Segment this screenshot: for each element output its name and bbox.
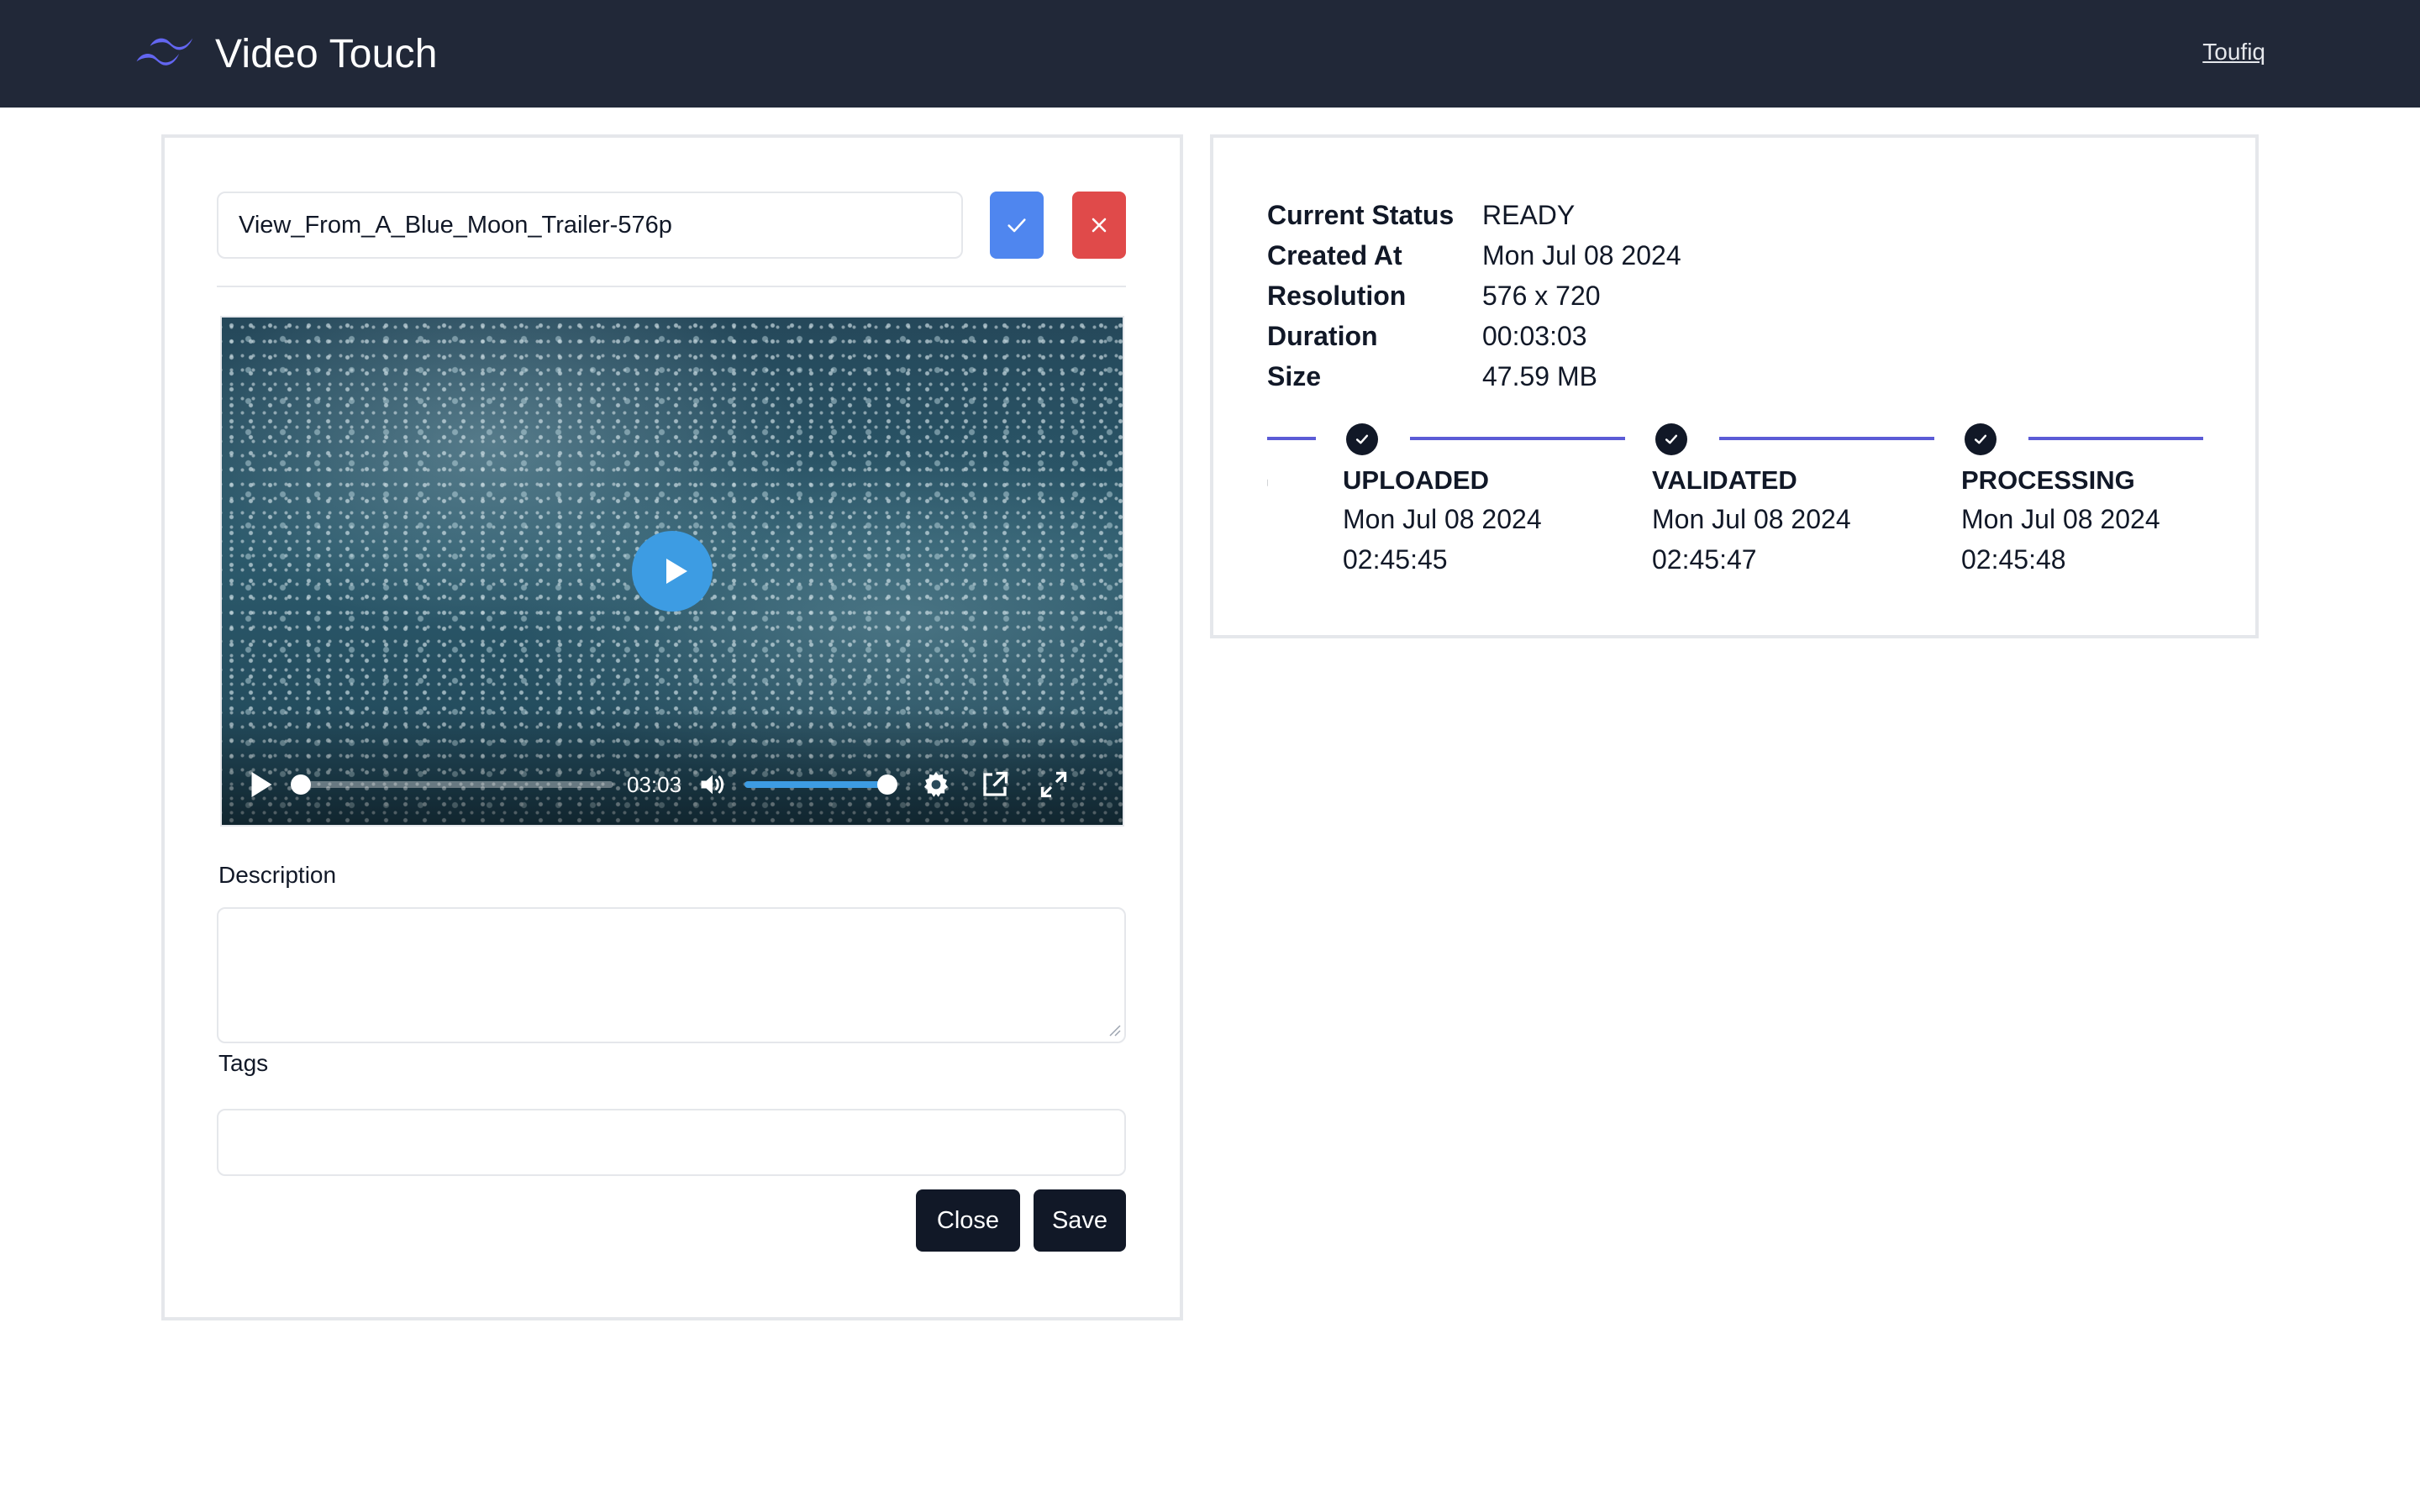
play-button[interactable] [245,769,276,800]
video-title-input[interactable] [217,192,963,259]
step-name: VALIDATED [1652,465,1797,495]
logo-icon [134,34,197,73]
timeline-connector [1267,437,1316,440]
check-circle-icon [1655,423,1687,455]
info-key: Created At [1267,240,1402,270]
seek-bar[interactable] [291,774,613,795]
mute-button[interactable] [697,769,728,800]
resolution-value: 576 x 720 [1482,281,1601,311]
check-circle-icon [1965,423,1996,455]
status-value: READY [1482,200,1576,230]
confirm-title-button[interactable] [990,192,1044,259]
info-key: Current Status [1267,200,1455,230]
info-row-duration: Duration 00:03:03 [1267,316,1681,356]
step-time: 02:45:47 [1652,544,1757,575]
big-play-button[interactable] [632,531,713,612]
time-display: 03:03 [627,771,682,797]
close-icon [1092,218,1107,233]
player-controls: 03:03 [245,766,1099,803]
cancel-title-button[interactable] [1072,192,1126,259]
size-value: 47.59 MB [1482,361,1597,391]
tags-label: Tags [218,1050,269,1076]
external-link-icon [983,771,1008,796]
info-row-size: Size 47.59 MB [1267,356,1681,396]
info-key: Duration [1267,321,1378,351]
duration-value: 00:03:03 [1482,321,1587,351]
info-row-status: Current Status READY [1267,195,1681,235]
timeline-step-partial: G [1267,462,1269,499]
seek-handle[interactable] [291,774,311,795]
step-name: UPLOADED [1343,465,1489,495]
description-label: Description [218,862,337,888]
info-key: Size [1267,361,1322,391]
user-profile-link[interactable]: Toufiq [2202,39,2265,66]
video-player[interactable]: 03:03 [220,316,1124,827]
save-button[interactable]: Save [1034,1189,1126,1252]
info-key: Resolution [1267,281,1407,311]
description-textarea[interactable] [217,907,1126,1043]
step-name: PROCESSING [1961,465,2135,495]
volume-handle[interactable] [877,774,897,795]
step-time: 02:45:48 [1961,544,2066,575]
close-button[interactable]: Close [916,1189,1020,1252]
volume-slider[interactable] [744,774,897,795]
divider [217,286,1126,287]
step-date: Mon Jul 08 2024 [1652,504,1851,534]
check-circle-icon [1346,423,1378,455]
step-date: Mon Jul 08 2024 [1961,504,2160,534]
play-icon [251,772,272,797]
step-name: G [1267,462,1269,499]
app-name: Video Touch [215,31,438,76]
brand[interactable]: Video Touch [134,25,438,82]
timeline-step-processing: PROCESSING Mon Jul 08 2024 02:45:48 [1961,462,2160,580]
tags-input[interactable] [217,1109,1126,1176]
play-icon [666,559,687,584]
timeline-step-validated: VALIDATED Mon Jul 08 2024 02:45:47 [1652,462,1851,580]
volume-icon [701,774,724,795]
top-navbar: Video Touch Toufiq [0,0,2420,108]
info-row-created: Created At Mon Jul 08 2024 [1267,235,1681,276]
timeline-connector [1719,437,1934,440]
timeline-connector [1410,437,1625,440]
check-icon [1007,218,1026,233]
fullscreen-icon [1040,771,1067,798]
fullscreen-button[interactable] [1039,769,1069,800]
step-date: Mon Jul 08 2024 [1343,504,1542,534]
resize-handle-icon[interactable] [1107,1023,1121,1037]
step-time: 02:45:45 [1343,544,1448,575]
created-value: Mon Jul 08 2024 [1482,240,1681,270]
pip-button[interactable] [980,769,1010,800]
info-row-resolution: Resolution 576 x 720 [1267,276,1681,316]
timeline-connector [2028,437,2203,440]
video-info-list: Current Status READY Created At Mon Jul … [1267,195,1681,396]
gear-icon [923,772,949,797]
settings-button[interactable] [921,769,951,800]
timeline-step-uploaded: UPLOADED Mon Jul 08 2024 02:45:45 [1343,462,1542,580]
status-timeline[interactable]: G UPLOADED Mon Jul 08 2024 02:45:45 VALI… [1267,420,2203,588]
